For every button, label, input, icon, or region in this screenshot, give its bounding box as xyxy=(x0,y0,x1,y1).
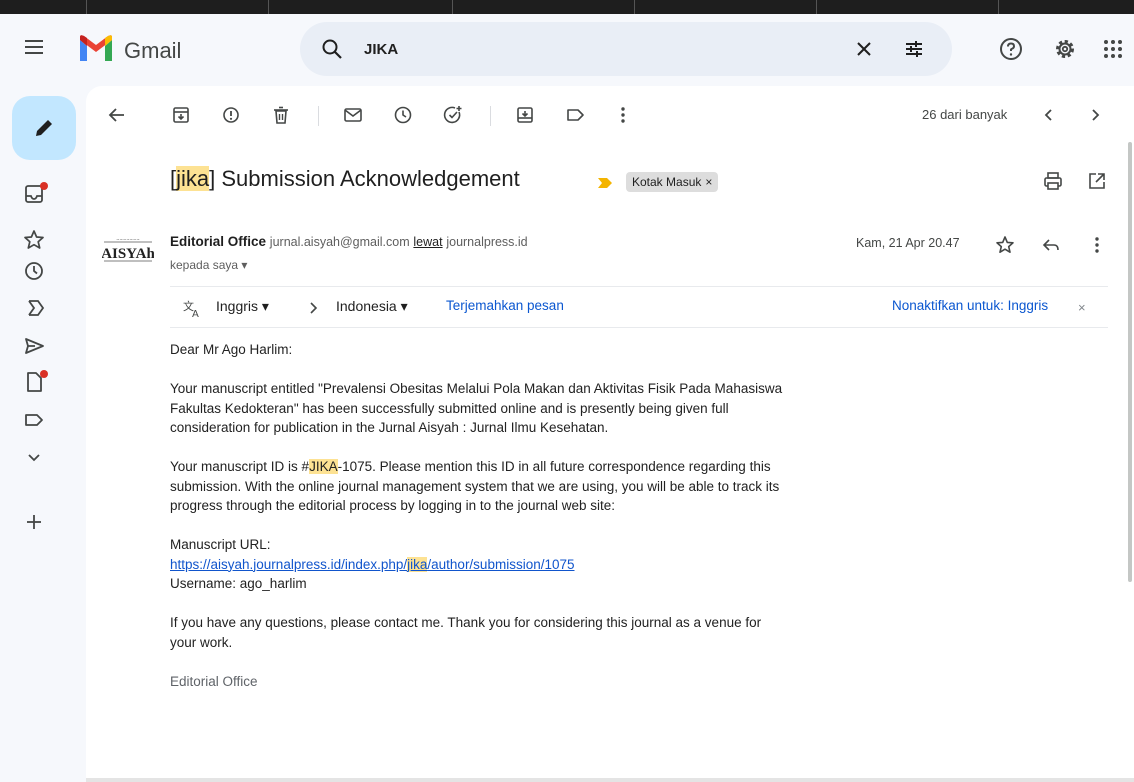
recipient-details-toggle[interactable]: kepada saya ▾ xyxy=(170,258,247,272)
via-link[interactable]: lewat xyxy=(413,235,442,249)
important-marker-icon[interactable] xyxy=(598,178,612,188)
chevron-right-icon[interactable] xyxy=(1084,104,1106,126)
target-language-select[interactable]: Indonesia ▾ xyxy=(336,298,408,315)
close-translate-bar-button[interactable]: × xyxy=(1078,300,1086,315)
important-icon[interactable] xyxy=(22,296,46,320)
more-vert-icon[interactable] xyxy=(1086,234,1108,256)
gmail-wordmark: Gmail xyxy=(124,38,182,63)
manuscript-url-link[interactable]: https://aisyah.journalpress.id/index.php… xyxy=(170,556,575,572)
svg-text:~~~~~~~: ~~~~~~~ xyxy=(116,237,139,242)
main-menu-button[interactable] xyxy=(22,36,46,60)
toolbar-divider xyxy=(318,106,319,126)
bottom-edge xyxy=(86,778,1134,782)
disable-translation-link[interactable]: Nonaktifkan untuk: Inggris xyxy=(892,298,1048,313)
back-arrow-icon[interactable] xyxy=(106,104,128,126)
move-to-icon[interactable] xyxy=(514,104,536,126)
pencil-icon xyxy=(36,120,52,136)
search-highlight: jika xyxy=(176,166,210,191)
open-in-new-icon[interactable] xyxy=(1086,170,1108,192)
gmail-logo-icon[interactable] xyxy=(78,34,114,64)
toolbar-divider xyxy=(490,106,491,126)
add-task-icon[interactable] xyxy=(442,104,464,126)
translate-message-link[interactable]: Terjemahkan pesan xyxy=(446,298,564,313)
email-view-panel: 26 dari banyak [jika] Submission Acknowl… xyxy=(86,86,1134,782)
source-language-select[interactable]: Inggris ▾ xyxy=(216,298,269,315)
search-highlight: JIKA xyxy=(309,459,338,474)
email-subject: [jika] Submission Acknowledgement xyxy=(170,166,520,191)
print-icon[interactable] xyxy=(1042,170,1064,192)
greeting: Dear Mr Ago Harlim: xyxy=(170,342,293,357)
sender-name[interactable]: Editorial Office xyxy=(170,234,266,249)
chevron-down-icon[interactable] xyxy=(22,445,46,469)
translate-bar: 文 A Inggris ▾ Indonesia ▾ Terjemahkan pe… xyxy=(170,286,1108,328)
reply-icon[interactable] xyxy=(1040,234,1062,256)
tune-icon[interactable] xyxy=(902,37,926,61)
svg-text:AISYAh: AISYAh xyxy=(102,246,154,262)
body-paragraph: Your manuscript entitled "Prevalensi Obe… xyxy=(170,381,783,435)
remove-label-button[interactable]: × xyxy=(705,175,712,189)
send-icon[interactable] xyxy=(22,334,46,358)
label-icon[interactable] xyxy=(22,408,46,432)
search-icon[interactable] xyxy=(320,37,344,61)
draft-badge xyxy=(40,370,48,378)
close-icon[interactable] xyxy=(852,37,876,61)
email-body: Dear Mr Ago Harlim: Your manuscript enti… xyxy=(170,340,790,711)
snooze-icon[interactable] xyxy=(392,104,414,126)
settings-icon[interactable] xyxy=(1052,36,1078,62)
label-as-icon[interactable] xyxy=(564,104,586,126)
scrollbar[interactable] xyxy=(1128,142,1132,582)
search-bar[interactable] xyxy=(300,22,952,76)
mark-unread-icon[interactable] xyxy=(342,104,364,126)
report-spam-icon[interactable] xyxy=(220,104,242,126)
delete-icon[interactable] xyxy=(270,104,292,126)
manuscript-info: Manuscript URL: https://aisyah.journalpr… xyxy=(170,537,575,591)
compose-button[interactable] xyxy=(12,96,76,160)
help-icon[interactable] xyxy=(998,36,1024,62)
body-paragraph: If you have any questions, please contac… xyxy=(170,615,762,650)
sender-info: Editorial Office jurnal.aisyah@gmail.com… xyxy=(170,234,528,249)
inbox-unread-badge xyxy=(40,182,48,190)
body-paragraph: Your manuscript ID is #JIKA-1075. Please… xyxy=(170,459,780,513)
app-header: Gmail xyxy=(0,14,1134,84)
sender-avatar[interactable]: ~~~~~~~ AISYAh xyxy=(102,232,154,272)
star-icon[interactable] xyxy=(22,228,46,252)
via-domain: journalpress.id xyxy=(446,235,528,249)
archive-icon[interactable] xyxy=(170,104,192,126)
label-chip-inbox[interactable]: Kotak Masuk × xyxy=(626,172,719,192)
chevron-right-icon xyxy=(310,302,318,314)
apps-grid-icon[interactable] xyxy=(1100,36,1126,62)
svg-text:A: A xyxy=(192,309,199,319)
browser-tab-strip xyxy=(0,0,1134,14)
plus-icon[interactable] xyxy=(22,510,46,534)
more-vert-icon[interactable] xyxy=(612,104,634,126)
search-input[interactable] xyxy=(364,38,824,60)
sender-email: jurnal.aisyah@gmail.com xyxy=(269,235,410,249)
signature: Editorial Office xyxy=(170,673,258,689)
translate-icon: 文 A xyxy=(183,299,199,319)
star-icon[interactable] xyxy=(994,234,1016,256)
message-counter: 26 dari banyak xyxy=(922,107,1008,122)
chevron-left-icon[interactable] xyxy=(1038,104,1060,126)
clock-icon[interactable] xyxy=(22,259,46,283)
email-date: Kam, 21 Apr 20.47 xyxy=(856,236,960,250)
